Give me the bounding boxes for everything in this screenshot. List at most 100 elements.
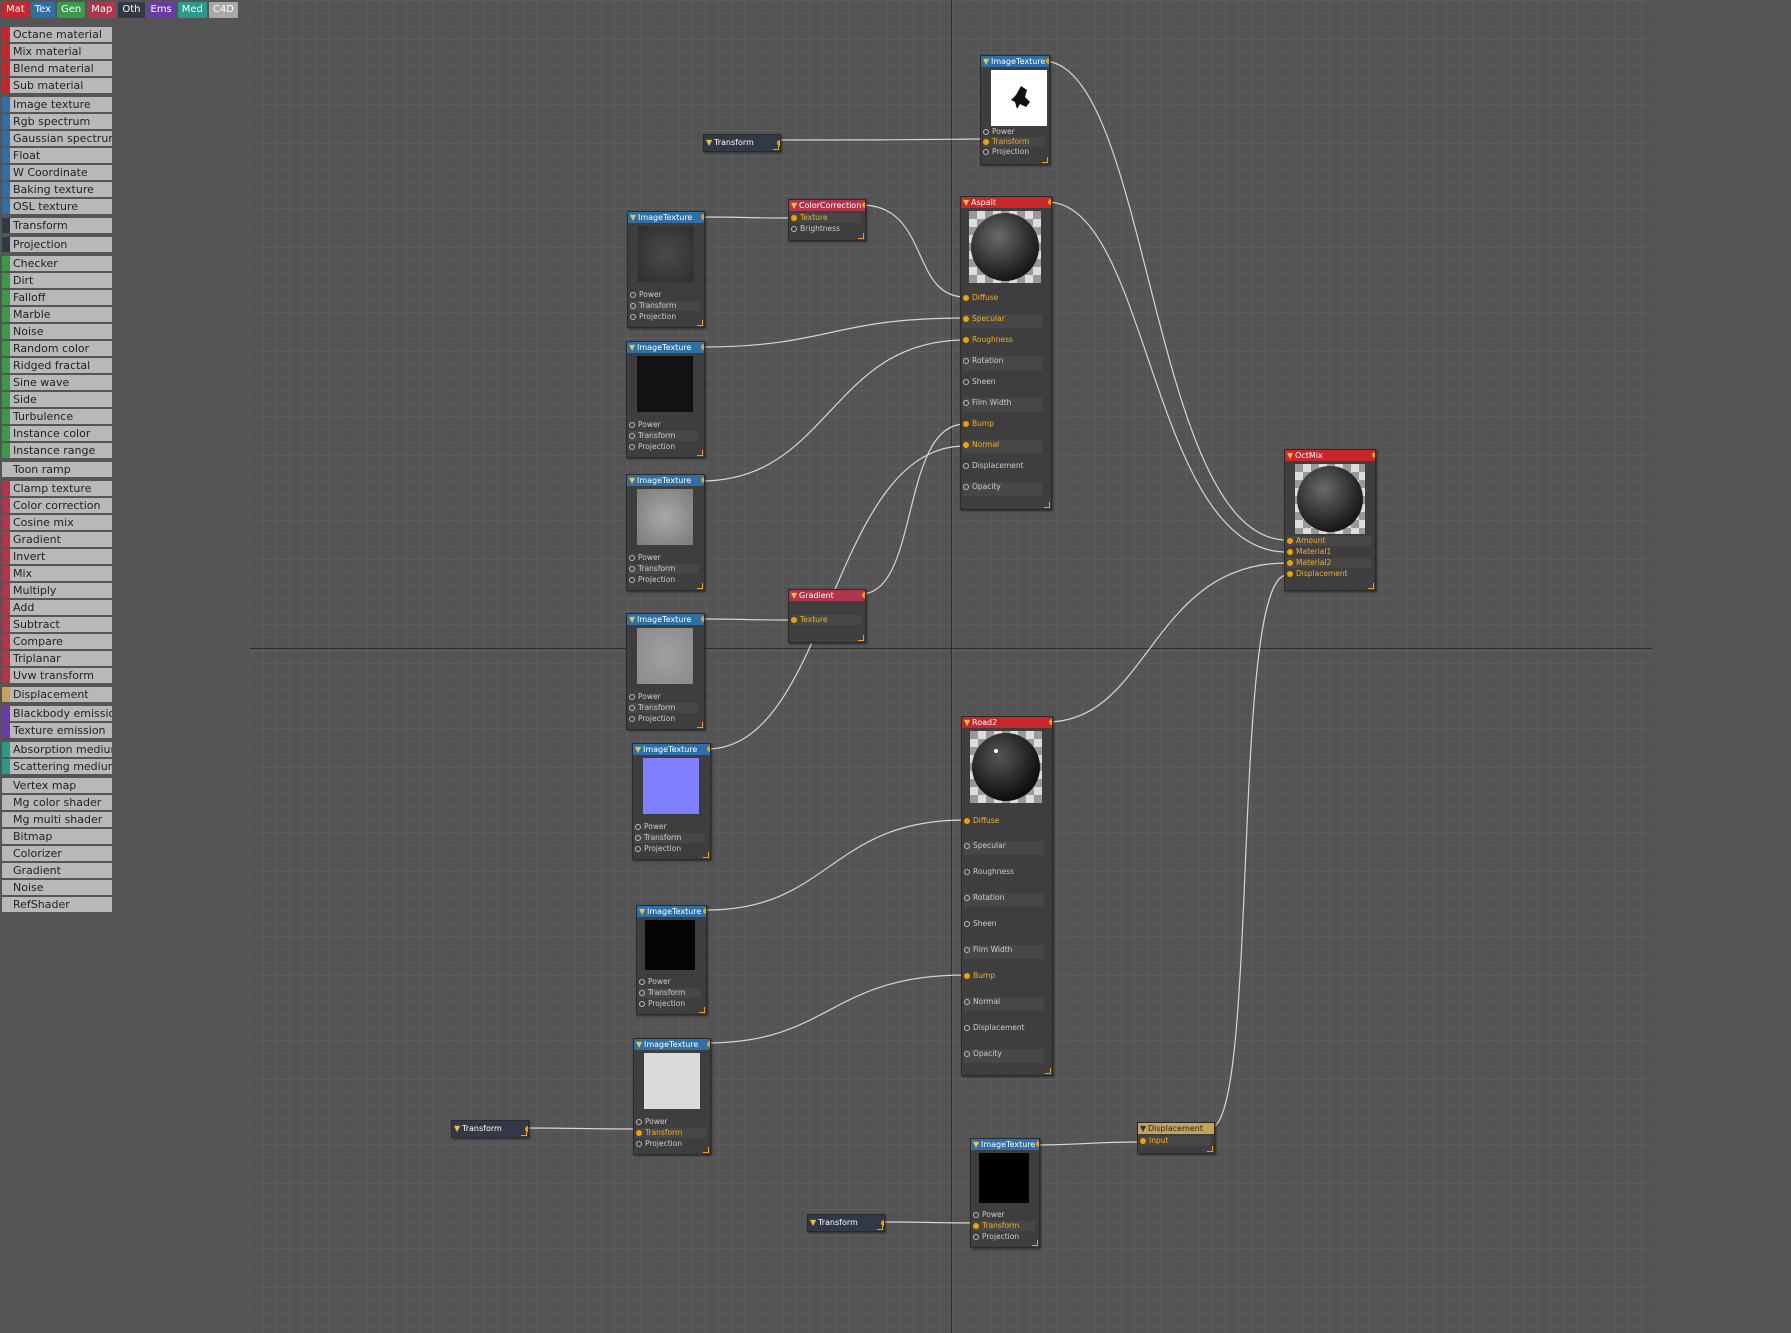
output-port[interactable] bbox=[1048, 199, 1051, 205]
sidebar-item[interactable]: Marble bbox=[2, 307, 112, 322]
collapse-triangle-icon[interactable]: ▼ bbox=[635, 744, 641, 755]
pin-power[interactable]: Power bbox=[635, 822, 705, 832]
output-port[interactable] bbox=[707, 1041, 710, 1047]
sidebar-item[interactable]: Gradient bbox=[2, 532, 112, 547]
node-header[interactable]: ▼ Displacement bbox=[1138, 1123, 1214, 1134]
node-header[interactable]: ▼ ImageTexture bbox=[627, 342, 704, 353]
resize-handle[interactable] bbox=[697, 722, 703, 728]
node-header[interactable]: ▼ Transform bbox=[704, 135, 780, 151]
pin-sheen[interactable]: Sheen bbox=[964, 919, 1044, 929]
pin-displacement[interactable]: Displacement bbox=[1287, 569, 1371, 579]
pin-opacity[interactable]: Opacity bbox=[963, 482, 1043, 496]
sidebar-item[interactable]: Clamp texture bbox=[2, 481, 112, 496]
tab-map[interactable]: Map bbox=[87, 2, 117, 18]
resize-handle[interactable] bbox=[697, 450, 703, 456]
pin-projection[interactable]: Projection bbox=[636, 1139, 706, 1149]
pin-power[interactable]: Power bbox=[630, 290, 700, 300]
collapse-triangle-icon[interactable]: ▼ bbox=[810, 1215, 816, 1231]
sidebar-item[interactable]: Sub material bbox=[2, 78, 112, 93]
sidebar-item[interactable]: Triplanar bbox=[2, 651, 112, 666]
tab-ems[interactable]: Ems bbox=[146, 2, 176, 18]
sidebar-item[interactable]: Side bbox=[2, 392, 112, 407]
pin-film-width[interactable]: Film Width bbox=[963, 398, 1043, 412]
node-transform-top[interactable]: ▼ Transform bbox=[703, 134, 781, 152]
pin-normal[interactable]: Normal bbox=[963, 440, 1043, 454]
collapse-triangle-icon[interactable]: ▼ bbox=[791, 590, 797, 601]
sidebar-item[interactable]: Noise bbox=[2, 324, 112, 339]
resize-handle[interactable] bbox=[703, 1147, 709, 1153]
sidebar-item[interactable]: Blackbody emission bbox=[2, 706, 112, 721]
resize-handle[interactable] bbox=[521, 1130, 527, 1136]
collapse-triangle-icon[interactable]: ▼ bbox=[964, 717, 970, 728]
node-imagetexture-2[interactable]: ▼ ImageTexture Power Transform Projection bbox=[626, 341, 705, 458]
pin-projection[interactable]: Projection bbox=[629, 575, 699, 585]
node-header[interactable]: ▼ ImageTexture bbox=[627, 475, 704, 486]
sidebar-item[interactable]: OSL texture bbox=[2, 199, 112, 214]
tab-mat[interactable]: Mat bbox=[2, 2, 29, 18]
pin-transform[interactable]: Transform bbox=[635, 833, 705, 843]
node-material-road2[interactable]: ▼ Road2 Diffuse Specular Roughness Rotati… bbox=[961, 716, 1053, 1076]
pin-transform[interactable]: Transform bbox=[973, 1221, 1035, 1231]
node-header[interactable]: ▼ ImageTexture bbox=[634, 1039, 710, 1050]
sidebar-item[interactable]: Scattering medium bbox=[2, 759, 112, 774]
collapse-triangle-icon[interactable]: ▼ bbox=[1287, 450, 1293, 461]
sidebar-item[interactable]: Blend material bbox=[2, 61, 112, 76]
pin-displacement[interactable]: Displacement bbox=[964, 1023, 1044, 1033]
node-transform-bottom-left[interactable]: ▼ Transform bbox=[451, 1120, 529, 1138]
collapse-triangle-icon[interactable]: ▼ bbox=[1140, 1123, 1146, 1134]
sidebar-item[interactable]: Cosine mix bbox=[2, 515, 112, 530]
pin-rotation[interactable]: Rotation bbox=[964, 893, 1044, 907]
pin-power[interactable]: Power bbox=[629, 692, 699, 702]
sidebar-item[interactable]: Mix material bbox=[2, 44, 112, 59]
node-imagetexture-1[interactable]: ▼ ImageTexture Power Transform Projection bbox=[627, 211, 705, 328]
pin-projection[interactable]: Projection bbox=[629, 714, 699, 724]
collapse-triangle-icon[interactable]: ▼ bbox=[639, 906, 645, 917]
sidebar-item[interactable]: Multiply bbox=[2, 583, 112, 598]
pin-diffuse[interactable]: Diffuse bbox=[963, 293, 1043, 303]
output-port[interactable] bbox=[862, 202, 865, 208]
pin-displacement[interactable]: Displacement bbox=[963, 461, 1043, 471]
sidebar-item[interactable]: Texture emission bbox=[2, 723, 112, 738]
node-displacement[interactable]: ▼ Displacement Input bbox=[1137, 1122, 1215, 1154]
collapse-triangle-icon[interactable]: ▼ bbox=[629, 475, 635, 486]
sidebar-item[interactable]: Image texture bbox=[2, 97, 112, 112]
node-header[interactable]: ▼ ImageTexture bbox=[633, 744, 710, 755]
resize-handle[interactable] bbox=[699, 1007, 705, 1013]
collapse-triangle-icon[interactable]: ▼ bbox=[706, 135, 712, 151]
sidebar-item[interactable]: Add bbox=[2, 600, 112, 615]
pin-projection[interactable]: Projection bbox=[635, 844, 705, 854]
node-imagetexture-8[interactable]: ▼ ImageTexture Power Transform Projection bbox=[970, 1138, 1040, 1248]
pin-roughness[interactable]: Roughness bbox=[964, 867, 1044, 877]
node-header[interactable]: ▼ ImageTexture bbox=[971, 1139, 1039, 1150]
sidebar-item[interactable]: W Coordinate bbox=[2, 165, 112, 180]
resize-handle[interactable] bbox=[1032, 1240, 1038, 1246]
sidebar-item[interactable]: Turbulence bbox=[2, 409, 112, 424]
sidebar-item[interactable]: Octane material bbox=[2, 27, 112, 42]
pin-input[interactable]: Input bbox=[1140, 1136, 1210, 1146]
sidebar-item[interactable]: Sine wave bbox=[2, 375, 112, 390]
pin-projection[interactable]: Projection bbox=[639, 999, 701, 1009]
sidebar-item[interactable]: Transform bbox=[2, 218, 112, 233]
resize-handle[interactable] bbox=[1044, 502, 1050, 508]
pin-bump[interactable]: Bump bbox=[963, 419, 1043, 429]
collapse-triangle-icon[interactable]: ▼ bbox=[973, 1139, 979, 1150]
sidebar-item[interactable]: Rgb spectrum bbox=[2, 114, 112, 129]
pin-rotation[interactable]: Rotation bbox=[963, 356, 1043, 370]
node-imagetexture-5[interactable]: ▼ ImageTexture Power Transform Projection bbox=[632, 743, 711, 860]
pin-power[interactable]: Power bbox=[983, 127, 1045, 137]
sidebar-item[interactable]: Subtract bbox=[2, 617, 112, 632]
pin-transform[interactable]: Transform bbox=[629, 431, 699, 441]
node-imagetexture-top[interactable]: ▼ ImageTexture Power Transform Projection bbox=[980, 55, 1050, 165]
output-port[interactable] bbox=[1046, 58, 1049, 64]
pin-specular[interactable]: Specular bbox=[964, 841, 1044, 855]
resize-handle[interactable] bbox=[1042, 157, 1048, 163]
resize-handle[interactable] bbox=[703, 852, 709, 858]
tab-med[interactable]: Med bbox=[177, 2, 207, 18]
sidebar-item[interactable]: Noise bbox=[2, 880, 112, 895]
resize-handle[interactable] bbox=[697, 320, 703, 326]
output-port[interactable] bbox=[701, 477, 704, 483]
pin-normal[interactable]: Normal bbox=[964, 997, 1044, 1011]
sidebar-item[interactable]: Mix bbox=[2, 566, 112, 581]
node-header[interactable]: ▼ ImageTexture bbox=[628, 212, 704, 223]
tab-gen[interactable]: Gen bbox=[57, 2, 86, 18]
